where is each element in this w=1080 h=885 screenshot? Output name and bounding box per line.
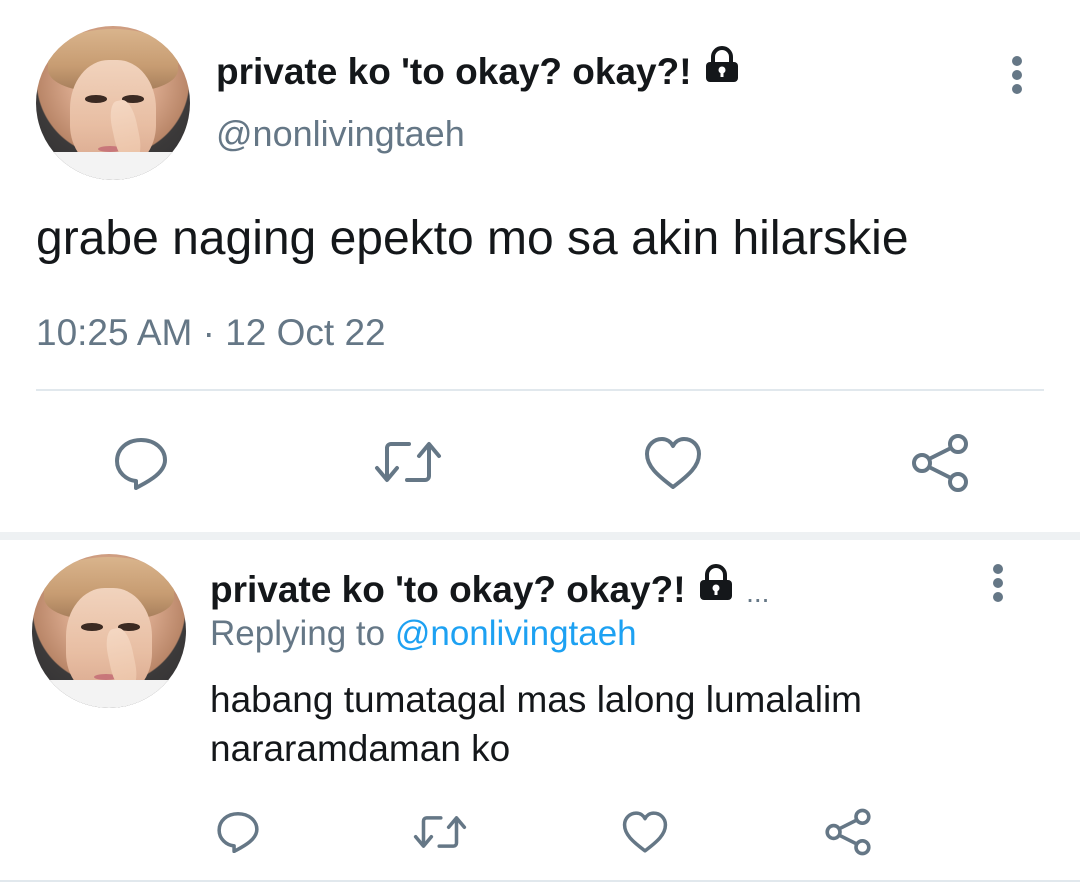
name-truncation: ... bbox=[746, 577, 770, 608]
timestamp[interactable]: 10:25 AM · 12 Oct 22 bbox=[36, 312, 386, 354]
reply-button[interactable] bbox=[212, 806, 264, 856]
display-name-text: private ko 'to okay? okay?! bbox=[216, 51, 692, 92]
replying-to-label: Replying to bbox=[210, 614, 386, 653]
lock-icon bbox=[705, 46, 738, 82]
divider bbox=[36, 389, 1044, 391]
avatar[interactable] bbox=[32, 554, 186, 708]
more-vertical-icon[interactable] bbox=[988, 564, 1008, 604]
share-button[interactable] bbox=[822, 806, 874, 858]
reply-text-line-2: nararamdaman ko bbox=[210, 728, 511, 769]
handle[interactable]: @nonlivingtaeh bbox=[216, 113, 465, 155]
display-name[interactable]: private ko 'to okay? okay?! bbox=[216, 46, 742, 93]
avatar[interactable] bbox=[36, 26, 190, 180]
retweet-icon bbox=[375, 442, 441, 482]
tweet-separator bbox=[0, 532, 1080, 540]
retweet-icon bbox=[413, 816, 467, 848]
heart-icon bbox=[622, 811, 668, 853]
like-button[interactable] bbox=[640, 432, 706, 494]
lock-icon bbox=[699, 564, 732, 600]
display-name[interactable]: private ko 'to okay? okay?! ... bbox=[210, 564, 769, 611]
reply-text-line-1: habang tumatagal mas lalong lumalalim bbox=[210, 679, 862, 720]
main-tweet: private ko 'to okay? okay?! @nonlivingta… bbox=[0, 0, 1080, 530]
reply-icon bbox=[115, 438, 167, 490]
heart-icon bbox=[645, 437, 701, 489]
share-button[interactable] bbox=[908, 432, 972, 494]
tweet-text: grabe naging epekto mo sa akin hilarskie bbox=[36, 212, 909, 265]
share-icon bbox=[825, 808, 871, 856]
retweet-button[interactable] bbox=[370, 432, 446, 492]
like-button[interactable] bbox=[618, 808, 672, 856]
retweet-button[interactable] bbox=[410, 808, 470, 856]
replying-to-handle[interactable]: @nonlivingtaeh bbox=[395, 614, 637, 653]
more-vertical-icon[interactable] bbox=[1007, 56, 1027, 96]
display-name-text: private ko 'to okay? okay?! bbox=[210, 569, 686, 610]
reply-button[interactable] bbox=[106, 430, 176, 494]
reply-icon bbox=[217, 811, 259, 853]
replying-to: Replying to @nonlivingtaeh bbox=[210, 614, 637, 654]
share-icon bbox=[912, 434, 968, 492]
divider bbox=[0, 880, 1080, 882]
reply-tweet: private ko 'to okay? okay?! ... Replying… bbox=[0, 540, 1080, 885]
